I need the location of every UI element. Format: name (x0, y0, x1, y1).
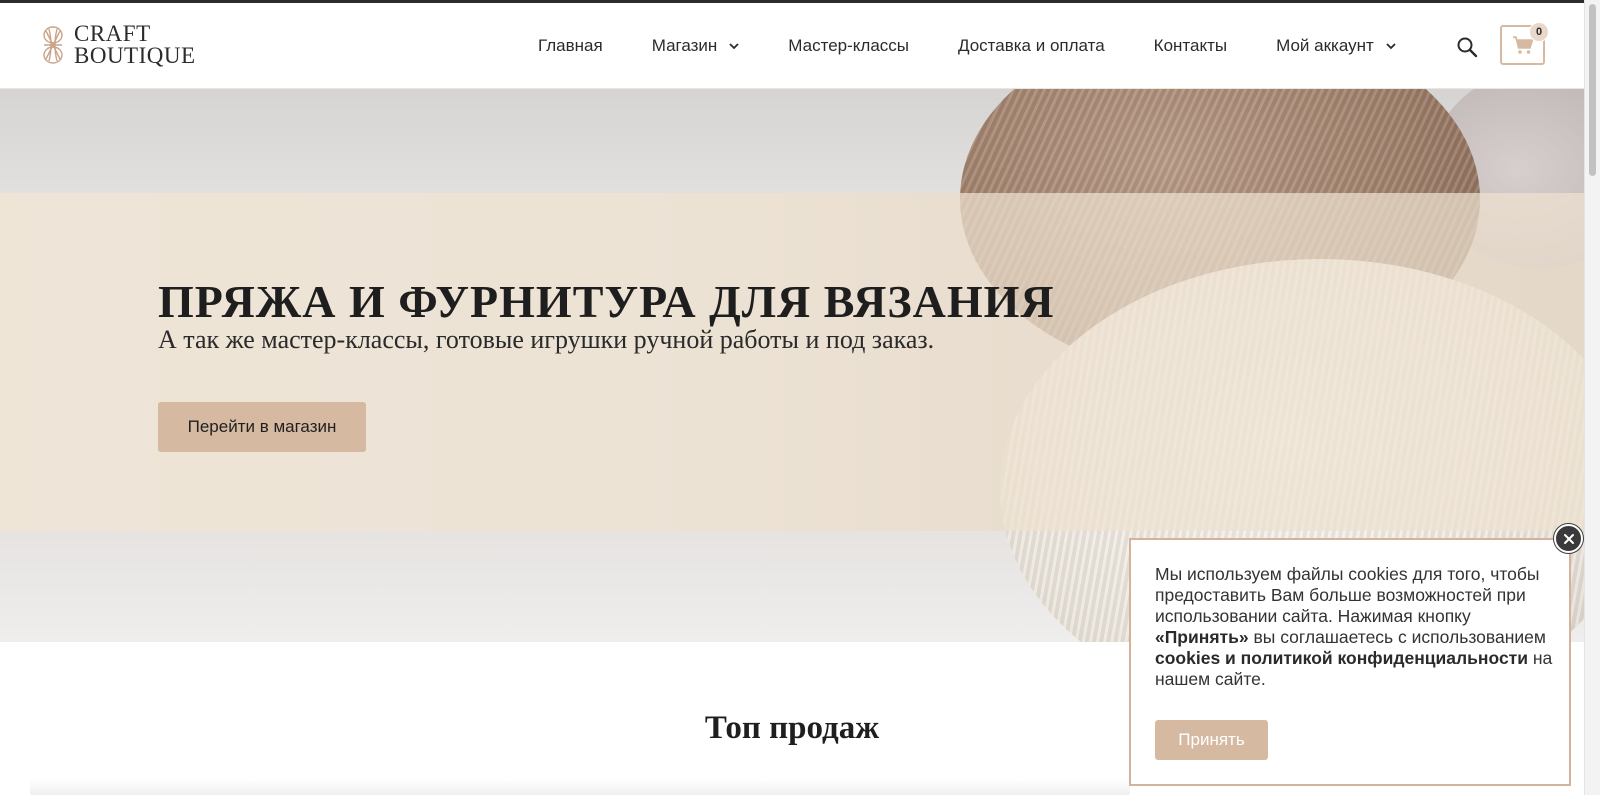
chevron-down-icon (729, 42, 739, 49)
nav-item-delivery[interactable]: Доставка и оплата (958, 36, 1105, 56)
hero-title: ПРЯЖА И ФУРНИТУРА ДЛЯ ВЯЗАНИЯ (158, 276, 1055, 327)
nav-item-label: Магазин (651, 36, 718, 55)
cookie-consent-popup: Мы используем файлы cookies для того, чт… (1129, 538, 1571, 786)
nav-item-label: Контакты (1153, 36, 1228, 55)
logo-text: CRAFT BOUTIQUE (74, 21, 196, 68)
accept-cookies-button[interactable]: Принять (1155, 720, 1268, 760)
scrollbar-thumb[interactable] (1589, 4, 1596, 176)
nav-item-label: Мой аккаунт (1276, 36, 1374, 55)
cookie-text-part: Мы используем файлы cookies для того, чт… (1155, 564, 1540, 626)
cookie-message: Мы используем файлы cookies для того, чт… (1155, 564, 1555, 690)
logo-line-2: BOUTIQUE (74, 43, 196, 68)
cookie-text-bold: «Принять» (1155, 627, 1249, 647)
logo-line-1: CRAFT (74, 21, 151, 46)
nav-item-label: Доставка и оплата (958, 36, 1105, 55)
hero-overlay-band (0, 193, 1584, 531)
chevron-down-icon (1386, 42, 1396, 49)
cart-button[interactable]: 0 (1500, 22, 1549, 65)
cookie-text-part: вы соглашаетесь с использованием (1248, 627, 1546, 647)
site-header: CRAFT BOUTIQUE Главная Магазин Мастер-кл… (0, 3, 1584, 89)
search-icon[interactable] (1456, 36, 1478, 58)
nav-item-shop[interactable]: Магазин (652, 36, 740, 56)
nav-item-home[interactable]: Главная (538, 36, 603, 56)
cookie-close-button[interactable] (1554, 524, 1583, 553)
product-grid-edge (30, 778, 1130, 795)
page-scrollbar[interactable] (1584, 0, 1600, 795)
cookie-policy-link[interactable]: cookies и политикой конфиденциальности (1155, 648, 1528, 668)
nav-item-contacts[interactable]: Контакты (1154, 36, 1227, 56)
nav-item-account[interactable]: Мой аккаунт (1276, 36, 1396, 56)
yarn-skein-icon (43, 26, 63, 64)
nav-item-label: Мастер-классы (788, 36, 909, 55)
nav-item-master-classes[interactable]: Мастер-классы (788, 36, 909, 56)
close-icon (1563, 533, 1574, 544)
nav-item-label: Главная (538, 36, 603, 55)
site-logo[interactable]: CRAFT BOUTIQUE (38, 21, 196, 68)
go-to-shop-button[interactable]: Перейти в магазин (158, 402, 366, 452)
main-nav: Главная Магазин Мастер-классы Доставка и… (538, 3, 1396, 89)
cart-count-badge: 0 (1529, 22, 1549, 42)
hero-subtitle: А так же мастер-классы, готовые игрушки … (158, 325, 935, 354)
